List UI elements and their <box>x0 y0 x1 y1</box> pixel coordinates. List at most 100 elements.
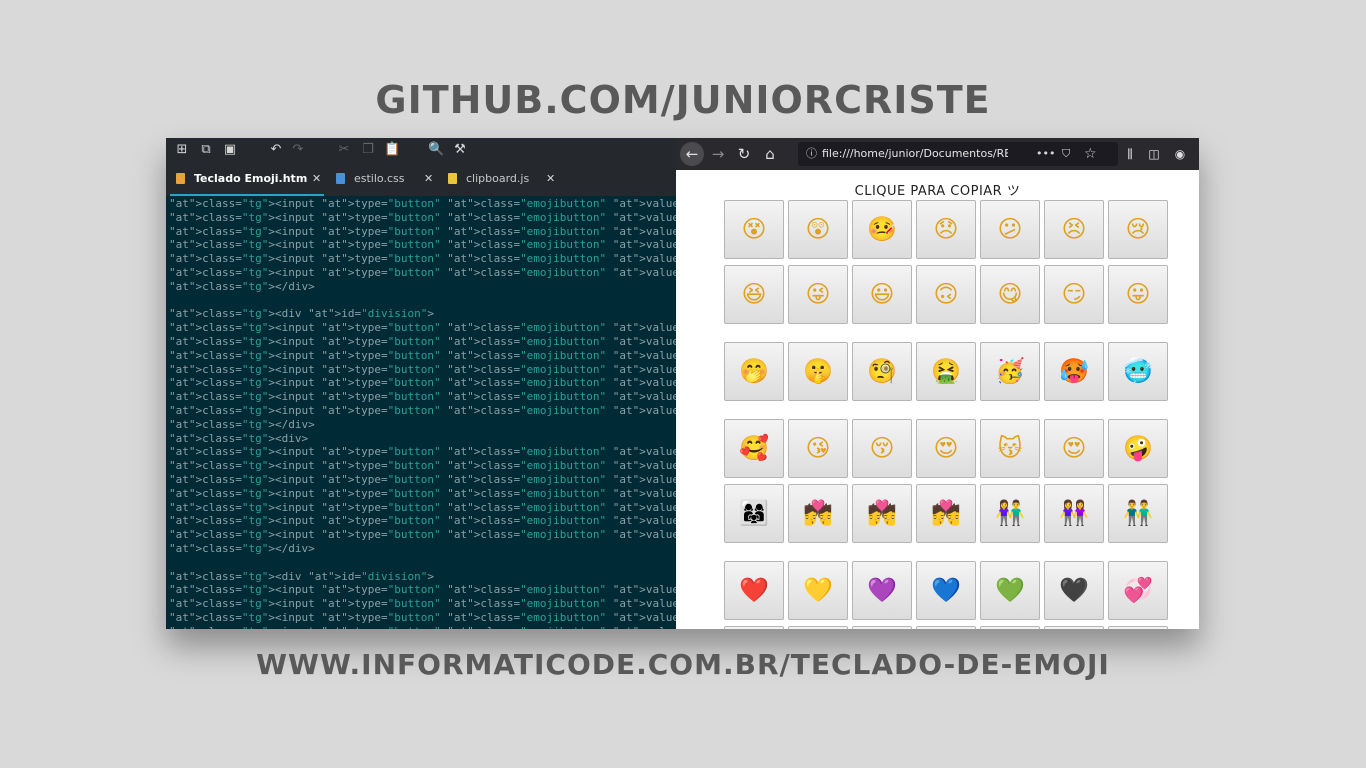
emoji-button[interactable]: 🥵 <box>1044 342 1104 401</box>
emoji-button[interactable]: 🤮 <box>916 342 976 401</box>
code-area[interactable]: "at">class="tg"><input "at">type="button… <box>169 197 746 629</box>
save-icon[interactable]: ▣ <box>222 141 238 159</box>
emoji-button[interactable]: 🤭 <box>724 342 784 401</box>
emoji-button[interactable]: 🤪 <box>1108 419 1168 478</box>
sidebar-icon[interactable]: ◫ <box>1142 142 1166 166</box>
emoji-button[interactable]: 👩‍👩‍👧 <box>724 484 784 543</box>
page-title: CLIQUE PARA COPIAR ツ <box>854 184 1021 199</box>
forward-arrow-icon[interactable]: → <box>706 142 730 166</box>
html-file-icon <box>176 173 185 184</box>
emoji-button[interactable]: 😲 <box>788 200 848 259</box>
code-line: "at">class="tg"><input "at">type="button… <box>169 459 732 473</box>
bookmark-star-icon[interactable]: ☆ <box>1084 142 1097 166</box>
emoji-button[interactable]: 🥳 <box>980 342 1040 401</box>
emoji-button[interactable] <box>916 626 976 629</box>
emoji-button[interactable]: 💞 <box>1108 561 1168 620</box>
address-bar[interactable]: ⓘ file:///home/junior/Documentos/REA •••… <box>798 142 1118 166</box>
more-icon[interactable]: ••• <box>1036 142 1055 166</box>
emoji-button[interactable]: 😵 <box>724 200 784 259</box>
emoji-button[interactable]: 💜 <box>852 561 912 620</box>
emoji-button[interactable] <box>788 626 848 629</box>
emoji-button[interactable]: 😢 <box>1108 200 1168 259</box>
emoji-button[interactable]: 💙 <box>916 561 976 620</box>
emoji-button[interactable] <box>852 626 912 629</box>
browser-window: ← → ↻ ⌂ ⓘ file:///home/junior/Documentos… <box>676 138 1199 629</box>
code-line: "at">class="tg"><input "at">type="button… <box>169 445 732 459</box>
emoji-button[interactable]: 😏 <box>1044 265 1104 324</box>
tools-icon[interactable]: ⚒ <box>452 141 468 159</box>
pocket-icon[interactable]: ⛉ <box>1062 142 1070 166</box>
account-icon[interactable]: ◉ <box>1168 142 1192 166</box>
emoji-button[interactable]: ❤️ <box>724 561 784 620</box>
screenshot-frame: ⊞ ⧉ ▣ ↶ ↷ ✂ ❐ 📋 🔍 ⚒ Teclado Emoji.htm ✕ … <box>166 138 1199 629</box>
info-icon[interactable]: ⓘ <box>806 142 817 166</box>
emoji-button[interactable]: 💚 <box>980 561 1040 620</box>
emoji-button[interactable]: 😋 <box>980 265 1040 324</box>
tab-estilo-css[interactable]: estilo.css <box>354 164 404 194</box>
cut-icon[interactable]: ✂ <box>336 141 352 159</box>
editor-tab-bar: Teclado Emoji.htm ✕ estilo.css ✕ clipboa… <box>166 164 676 196</box>
paste-icon[interactable]: 📋 <box>384 141 400 159</box>
copy-icon[interactable]: ❐ <box>360 141 376 159</box>
close-tab-icon[interactable]: ✕ <box>546 164 555 194</box>
undo-icon[interactable]: ↶ <box>268 141 284 159</box>
close-tab-icon[interactable]: ✕ <box>312 164 321 194</box>
emoji-button[interactable]: 🥰 <box>724 419 784 478</box>
code-line: "at">class="tg"><input "at">type="button… <box>169 321 732 335</box>
code-line: "at">class="tg"><input "at">type="button… <box>169 583 746 597</box>
reload-icon[interactable]: ↻ <box>732 142 756 166</box>
code-line: "at">class="tg"><div "at">id="division"> <box>169 569 434 583</box>
home-icon[interactable]: ⌂ <box>758 142 782 166</box>
emoji-button[interactable]: 👬 <box>1108 484 1168 543</box>
emoji-button[interactable]: 🤫 <box>788 342 848 401</box>
emoji-button[interactable]: 👭 <box>1044 484 1104 543</box>
emoji-button[interactable]: 🙃 <box>916 265 976 324</box>
emoji-button[interactable]: 😛 <box>1108 265 1168 324</box>
tab-teclado-emoji[interactable]: Teclado Emoji.htm <box>194 164 307 194</box>
code-line: "at">class="tg"><input "at">type="button… <box>169 472 732 486</box>
emoji-button[interactable]: 😣 <box>1044 200 1104 259</box>
code-line: "at">class="tg"><input "at">type="button… <box>169 265 732 279</box>
emoji-button[interactable]: 😞 <box>916 200 976 259</box>
redo-icon[interactable]: ↷ <box>290 141 306 159</box>
emoji-button[interactable]: 💛 <box>788 561 848 620</box>
search-icon[interactable]: 🔍 <box>428 141 444 159</box>
emoji-button[interactable]: 👫 <box>980 484 1040 543</box>
emoji-button[interactable]: 😚 <box>852 419 912 478</box>
back-arrow-icon[interactable]: ← <box>680 142 704 166</box>
emoji-button[interactable]: 😍 <box>1044 419 1104 478</box>
code-line: "at">class="tg"></div> <box>169 541 315 555</box>
new-file-icon[interactable]: ⊞ <box>174 141 190 159</box>
emoji-button[interactable]: 😍 <box>916 419 976 478</box>
emoji-button[interactable]: 😽 <box>980 419 1040 478</box>
code-line: "at">class="tg"><input "at">type="button… <box>169 486 732 500</box>
code-line: "at">class="tg"><input "at">type="button… <box>169 376 732 390</box>
code-line: "at">class="tg"><input "at">type="button… <box>169 348 732 362</box>
banner-bottom-url: WWW.INFORMATICODE.COM.BR/TECLADO-DE-EMOJ… <box>256 648 1110 681</box>
emoji-button[interactable] <box>980 626 1040 629</box>
code-line: "at">class="tg"><input "at">type="button… <box>169 625 732 629</box>
editor-toolbar: ⊞ ⧉ ▣ ↶ ↷ ✂ ❐ 📋 🔍 ⚒ <box>166 138 676 164</box>
emoji-button[interactable]: 😃 <box>852 265 912 324</box>
emoji-button[interactable] <box>1044 626 1104 629</box>
code-line: "at">class="tg"><input "at">type="button… <box>169 224 732 238</box>
emoji-button[interactable]: 💏 <box>788 484 848 543</box>
emoji-button[interactable] <box>1108 626 1168 629</box>
emoji-button[interactable]: 💏 <box>916 484 976 543</box>
emoji-button[interactable]: 😜 <box>788 265 848 324</box>
tab-clipboard-js[interactable]: clipboard.js <box>466 164 529 194</box>
library-icon[interactable]: ⫼ <box>1118 142 1142 166</box>
emoji-button[interactable]: 😘 <box>788 419 848 478</box>
emoji-button[interactable] <box>724 626 784 629</box>
emoji-button[interactable]: 🧐 <box>852 342 912 401</box>
copy-file-icon[interactable]: ⧉ <box>198 141 214 159</box>
emoji-button[interactable]: 🥶 <box>1108 342 1168 401</box>
close-tab-icon[interactable]: ✕ <box>424 164 433 194</box>
code-line: "at">class="tg"><input "at">type="button… <box>169 528 732 542</box>
emoji-button[interactable]: 😆 <box>724 265 784 324</box>
emoji-button[interactable]: 😕 <box>980 200 1040 259</box>
emoji-button[interactable]: 💏 <box>852 484 912 543</box>
emoji-button[interactable]: 🖤 <box>1044 561 1104 620</box>
emoji-button[interactable]: 🤒 <box>852 200 912 259</box>
